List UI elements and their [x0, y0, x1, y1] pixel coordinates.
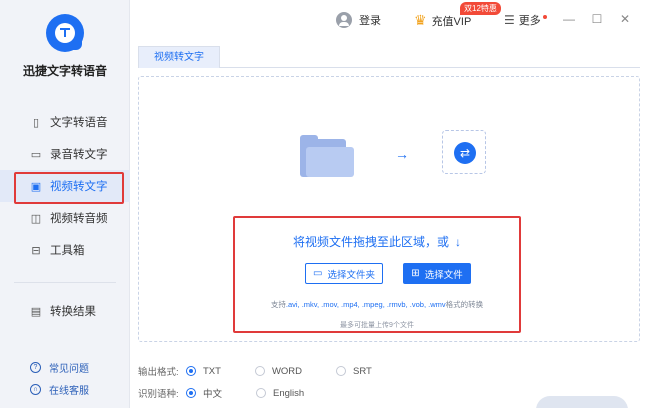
sidebar-item-label: 视频转文字 — [50, 181, 108, 193]
arrow-down-icon: ↓ — [455, 235, 461, 249]
output-format-label: 输出格式: — [138, 367, 179, 378]
video-icon: ▣ — [30, 180, 42, 193]
start-convert-button[interactable] — [536, 396, 628, 408]
convert-box: ⇄ — [442, 130, 486, 174]
radio-dot — [186, 366, 196, 376]
output-format-row: 输出格式: TXT WORD SRT — [138, 363, 406, 379]
sidebar-item-label: 转换结果 — [50, 306, 96, 318]
radio-label: 中文 — [203, 389, 223, 400]
question-icon: ? — [30, 361, 41, 373]
drag-text: 将视频文件拖拽至此区域，或 — [292, 235, 449, 249]
sidebar-item-video-to-text[interactable]: ▣ 视频转文字 — [0, 170, 130, 204]
supported-formats: 支持.avi, .mkv, .mov, .mp4, .mpeg, .rmvb, … — [233, 299, 521, 310]
sidebar-item-label: 录音转文字 — [50, 149, 108, 161]
arrow-right-icon: → — [395, 146, 409, 162]
login-label: 登录 — [359, 15, 381, 27]
video-audio-icon: ◫ — [30, 212, 42, 225]
radio-dot — [186, 388, 196, 398]
radio-txt[interactable]: TXT — [186, 366, 221, 377]
headset-icon: ∩ — [30, 383, 41, 395]
text-to-speech-icon: ▯ — [32, 116, 40, 129]
sidebar-item-label: 工具箱 — [50, 245, 85, 257]
radio-english[interactable]: English — [256, 388, 304, 399]
app-logo-icon — [46, 14, 84, 52]
online-support-link[interactable]: ∩ 在线客服 — [0, 378, 130, 400]
radio-label: TXT — [203, 365, 221, 377]
toolbox-icon: ⊟ — [31, 244, 41, 257]
convert-icon: ⇄ — [454, 142, 476, 164]
sidebar-item-text-to-speech[interactable]: ▯ 文字转语音 — [0, 106, 130, 138]
menu-icon: ☰ — [504, 13, 515, 27]
title-bar: 登录 ♛ 充值VIP 双12特惠 ☰ 更多 — ☐ ✕ — [130, 0, 650, 42]
formats-list: .avi, .mkv, .mov, .mp4, .mpeg, .rmvb, .v… — [285, 300, 446, 309]
sidebar-item-recording-to-text[interactable]: ▭ 录音转文字 — [0, 138, 130, 170]
choose-file-label: 选择文件 — [424, 269, 463, 281]
radio-label: SRT — [353, 365, 372, 377]
upload-limit-note: 最多可批量上传9个文件 — [340, 322, 414, 329]
maximize-icon[interactable]: ☐ — [590, 12, 604, 26]
folder-icon — [300, 135, 356, 179]
sidebar-item-label: 文字转语音 — [50, 117, 108, 129]
radio-chinese[interactable]: 中文 — [186, 386, 222, 400]
sidebar-item-label: 视频转音频 — [50, 213, 108, 225]
vip-promo-badge: 双12特惠 — [460, 2, 501, 15]
radio-dot — [256, 388, 267, 398]
radio-label: WORD — [271, 365, 303, 377]
folder-outline-icon: ▭ — [313, 268, 323, 279]
formats-prefix: 支持 — [270, 300, 286, 309]
choose-folder-label: 选择文件夹 — [327, 269, 375, 281]
help-links: ? 常见问题 ∩ 在线客服 — [0, 356, 130, 400]
sidebar-item-video-to-audio[interactable]: ◫ 视频转音频 — [0, 202, 130, 234]
more-menu-button[interactable]: ☰ 更多 — [504, 12, 547, 28]
radio-srt[interactable]: SRT — [336, 366, 372, 377]
choose-file-button[interactable]: ⊞ 选择文件 — [403, 263, 471, 284]
minimize-icon[interactable]: — — [562, 12, 576, 26]
support-label: 在线客服 — [49, 385, 89, 397]
sidebar: 迅捷文字转语音 ▯ 文字转语音 ▭ 录音转文字 ▣ 视频转文字 ◫ 视频转音频 … — [0, 0, 130, 408]
recording-icon: ▭ — [30, 148, 42, 161]
language-row: 识别语种: 中文 English — [138, 385, 338, 401]
radio-label: English — [273, 387, 305, 399]
drag-instruction: 将视频文件拖拽至此区域，或 ↓ — [233, 233, 521, 250]
choose-folder-button[interactable]: ▭ 选择文件夹 — [305, 263, 383, 284]
app-name: 迅捷文字转语音 — [22, 64, 107, 78]
avatar-icon — [336, 12, 352, 28]
language-label: 识别语种: — [138, 389, 179, 400]
more-label: 更多 — [518, 15, 541, 27]
faq-link[interactable]: ? 常见问题 — [0, 356, 130, 378]
tab-video-to-text[interactable]: 视频转文字 — [138, 46, 220, 68]
sidebar-item-results[interactable]: ▤ 转换结果 — [0, 295, 130, 327]
login-button[interactable]: 登录 — [336, 12, 381, 28]
sidebar-nav: ▯ 文字转语音 ▭ 录音转文字 ▣ 视频转文字 ◫ 视频转音频 ⊟ 工具箱 ▤ … — [0, 106, 130, 327]
results-icon: ▤ — [30, 305, 42, 318]
sidebar-item-toolbox[interactable]: ⊟ 工具箱 — [0, 234, 130, 266]
app-logo-block: 迅捷文字转语音 — [0, 14, 130, 79]
sidebar-divider — [14, 282, 116, 283]
notification-dot — [542, 15, 547, 19]
radio-dot — [336, 366, 347, 376]
close-icon[interactable]: ✕ — [618, 12, 632, 26]
crown-icon: ♛ — [414, 12, 427, 28]
formats-suffix: 格式的转换 — [445, 300, 484, 309]
radio-word[interactable]: WORD — [254, 365, 303, 377]
radio-dot — [254, 366, 265, 376]
faq-label: 常见问题 — [49, 363, 89, 375]
file-add-icon: ⊞ — [411, 268, 420, 279]
tab-bar: 视频转文字 — [138, 46, 640, 68]
